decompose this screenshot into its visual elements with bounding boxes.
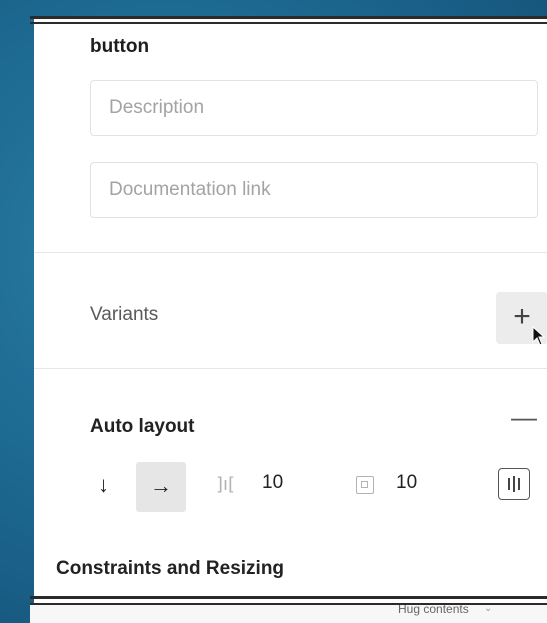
mouse-cursor-icon <box>532 326 546 346</box>
underlying-panel-strip <box>30 605 547 623</box>
variants-title: Variants <box>90 304 159 325</box>
constraints-title: Constraints and Resizing <box>56 558 285 579</box>
spacing-value-input[interactable]: 10 <box>262 472 283 494</box>
variants-section: Variants + <box>34 252 547 369</box>
properties-panel: button Description Documentation link Va… <box>34 16 547 603</box>
documentation-link-field[interactable]: Documentation link <box>90 162 538 218</box>
frame-border-top <box>30 16 547 19</box>
direction-vertical-button[interactable]: ↓ <box>98 472 109 498</box>
frame-border-bottom-inner <box>30 603 547 605</box>
alignment-button[interactable] <box>498 468 530 500</box>
alignment-icon-bar-right <box>518 478 520 490</box>
remove-auto-layout-button[interactable]: — <box>504 402 544 433</box>
plus-icon: + <box>513 300 531 333</box>
direction-horizontal-button[interactable]: → <box>136 462 186 512</box>
component-section: button Description Documentation link <box>34 16 547 253</box>
frame-border-bottom <box>30 596 547 599</box>
frame-border-top-inner <box>30 22 547 24</box>
alignment-icon-bar-left <box>508 478 510 490</box>
padding-value-input[interactable]: 10 <box>396 472 417 494</box>
auto-layout-title: Auto layout <box>90 416 195 437</box>
description-field[interactable]: Description <box>90 80 538 136</box>
component-name: button <box>90 36 150 57</box>
spacing-between-icon: ]ı[ <box>216 474 236 495</box>
alignment-icon-bar-mid <box>513 476 515 492</box>
auto-layout-section: Auto layout — ↓ → ]ı[ 10 10 <box>34 368 547 582</box>
padding-icon <box>356 476 374 494</box>
